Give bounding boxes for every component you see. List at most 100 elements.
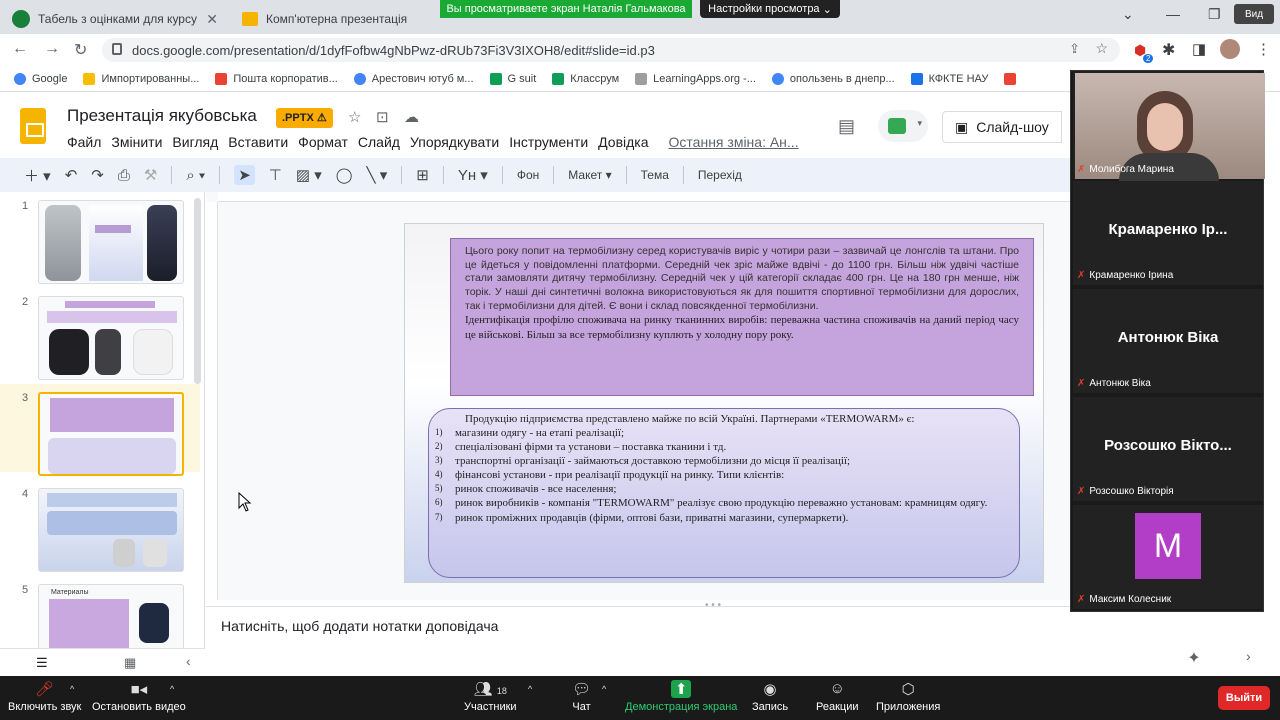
menu-format[interactable]: Формат — [298, 134, 348, 150]
participant-tile[interactable]: Крамаренко Ір... ✗ Крамаренко Ірина — [1073, 181, 1263, 285]
zoom-icon[interactable]: ⌕ ▾ — [186, 167, 205, 184]
paint-format-icon[interactable]: ⚒ — [144, 166, 157, 184]
menu-edit[interactable]: Змінити — [111, 134, 162, 150]
move-folder-icon[interactable]: ⊡ — [376, 108, 389, 126]
url-input[interactable]: docs.google.com/presentation/d/1dyfFofbw… — [102, 38, 1120, 62]
chevron-up-icon[interactable]: ^ — [602, 684, 606, 694]
leave-button[interactable]: Выйти — [1218, 686, 1270, 710]
slideshow-button[interactable]: ▣ Слайд-шоу — [942, 111, 1062, 143]
line-icon[interactable]: ╲ ▾ — [367, 166, 388, 184]
participant-tile[interactable]: M ✗ Максим Колесник — [1073, 505, 1263, 609]
collapse-icon[interactable]: ‹ — [186, 653, 191, 669]
browser-tab[interactable]: Комп'ютерна презентація — [234, 4, 456, 34]
menu-view[interactable]: Вигляд — [172, 134, 218, 150]
bookmark-item[interactable]: Классрум — [552, 72, 619, 85]
bookmark-item[interactable]: Арестович ютуб м... — [353, 72, 474, 85]
slide-thumbnail[interactable] — [38, 296, 184, 380]
text-style-icon[interactable]: Yн ▾ — [458, 166, 488, 184]
transition-button[interactable]: Перехід — [698, 168, 742, 182]
bookmark-item[interactable]: опользень в днепр... — [771, 72, 895, 85]
bookmark-item[interactable] — [1004, 72, 1017, 85]
slide-thumbnail-row[interactable]: 4 — [0, 480, 200, 572]
chevron-up-icon[interactable]: ^ — [528, 684, 532, 694]
participants-button[interactable]: 👥︎ 18 Участники — [464, 680, 517, 713]
view-corner-button[interactable]: Вид — [1234, 4, 1274, 24]
cloud-icon[interactable]: ☁ — [404, 108, 419, 126]
more-icon[interactable]: ⋮ — [1256, 40, 1271, 58]
layout-button[interactable]: Макет ▾ — [568, 168, 611, 182]
bookmark-item[interactable]: LearningApps.org -... — [635, 72, 756, 85]
print-icon[interactable]: ⎙ — [118, 167, 130, 184]
sidebar-icon[interactable]: ◨ — [1192, 40, 1206, 58]
document-title[interactable]: Презентація якубовська — [67, 106, 257, 126]
last-edit-link[interactable]: Остання зміна: Ан... — [669, 134, 799, 150]
browser-tab[interactable]: Табель з оцінками для курсу "Ф ✕ — [4, 4, 226, 34]
bookmark-item[interactable]: Google — [14, 72, 67, 85]
meet-button[interactable]: ▾ — [878, 110, 928, 142]
star-icon[interactable]: ☆ — [1095, 40, 1108, 57]
minimize-icon[interactable]: — — [1166, 6, 1180, 22]
bookmark-item[interactable]: Импортированны... — [83, 72, 199, 85]
explore-icon[interactable]: ✦ — [1178, 642, 1210, 674]
view-options-button[interactable]: Настройки просмотра ⌄ — [700, 0, 840, 18]
chevron-right-icon[interactable]: › — [1246, 648, 1251, 664]
reactions-button[interactable]: ☺ Реакции — [816, 680, 859, 713]
slide-thumbnail-selected[interactable] — [38, 392, 184, 476]
filmstrip-scrollbar[interactable] — [194, 198, 201, 384]
slide-thumbnail[interactable] — [38, 488, 184, 572]
slides-logo-icon[interactable] — [20, 108, 46, 144]
menu-insert[interactable]: Вставити — [228, 134, 288, 150]
record-button[interactable]: ◉ Запись — [752, 680, 788, 713]
slide-thumbnail-row[interactable]: 5 Материалы — [0, 576, 200, 648]
grid-view-icon[interactable]: ▦ — [124, 655, 136, 671]
slide-textbox-partners[interactable]: Продукцію підприємства представлено майж… — [428, 408, 1020, 578]
image-icon[interactable]: ▨ ▾ — [296, 166, 322, 184]
shape-icon[interactable]: ◯ — [336, 166, 353, 184]
slide-thumbnail[interactable] — [38, 200, 184, 284]
add-icon[interactable]: ＋ ▾ — [24, 165, 51, 186]
chevron-up-icon[interactable]: ^ — [170, 684, 174, 694]
menu-file[interactable]: Файл — [67, 134, 101, 150]
bookmark-item[interactable]: КФКТЕ НАУ — [910, 72, 988, 85]
participant-tile[interactable]: Антонюк Віка ✗ Антонюк Віка — [1073, 289, 1263, 393]
chevron-down-icon[interactable]: ⌄ — [1122, 6, 1134, 23]
puzzle-icon[interactable]: ✱ — [1162, 40, 1175, 60]
slide-thumbnail-row[interactable]: 1 — [0, 192, 200, 284]
select-tool-icon[interactable]: ➤ — [234, 165, 255, 185]
pptx-badge[interactable]: .PPTX ⚠ — [276, 108, 333, 128]
share-screen-button[interactable]: ⬆ Демонстрация экрана — [625, 680, 737, 713]
reload-icon[interactable]: ↻ — [74, 40, 87, 60]
star-icon[interactable]: ☆ — [348, 108, 361, 126]
avatar[interactable] — [1220, 39, 1240, 59]
menu-help[interactable]: Довідка — [598, 134, 648, 150]
slide-thumbnail[interactable]: Материалы — [38, 584, 184, 648]
background-button[interactable]: Фон — [517, 168, 539, 182]
filmstrip-view-icon[interactable]: ☰ — [36, 655, 48, 671]
bookmark-item[interactable]: Пошта корпоратив... — [215, 72, 338, 85]
back-icon[interactable]: ← — [12, 40, 28, 58]
share-icon[interactable]: ⇪ — [1069, 41, 1080, 57]
undo-icon[interactable]: ↶ — [65, 166, 78, 184]
chat-button[interactable]: 💬︎ Чат — [572, 680, 591, 713]
slide-textbox-top[interactable]: Цього року попит на термобілизну серед к… — [450, 238, 1034, 396]
menu-slide[interactable]: Слайд — [358, 134, 400, 150]
participant-tile[interactable]: ✗ Молибога Марина — [1073, 71, 1265, 181]
speaker-notes-placeholder[interactable]: Натисніть, щоб додати нотатки доповідача — [221, 618, 498, 634]
comment-icon[interactable]: ▤ — [838, 116, 855, 137]
apps-button[interactable]: ⬡ Приложения — [876, 680, 940, 713]
theme-button[interactable]: Тема — [641, 168, 669, 182]
insert-comment-icon[interactable]: ⊞ — [416, 166, 429, 184]
bookmark-item[interactable]: G suit — [489, 72, 536, 85]
redo-icon[interactable]: ↷ — [91, 166, 104, 184]
textbox-icon[interactable]: ⊤ — [269, 166, 282, 184]
participant-tile[interactable]: Розсошко Вікто... ✗ Розсошко Вікторія — [1073, 397, 1263, 501]
menu-arrange[interactable]: Упорядкувати — [410, 134, 499, 150]
restore-icon[interactable]: ❐ — [1208, 6, 1221, 23]
speaker-notes[interactable] — [206, 606, 1070, 676]
slide-thumbnail-row[interactable]: 3 — [0, 384, 200, 476]
chevron-up-icon[interactable]: ^ — [70, 684, 74, 694]
close-icon[interactable]: ✕ — [206, 11, 218, 28]
menu-tools[interactable]: Інструменти — [509, 134, 588, 150]
slide-thumbnail-row[interactable]: 2 — [0, 288, 200, 380]
forward-icon[interactable]: → — [44, 40, 60, 58]
